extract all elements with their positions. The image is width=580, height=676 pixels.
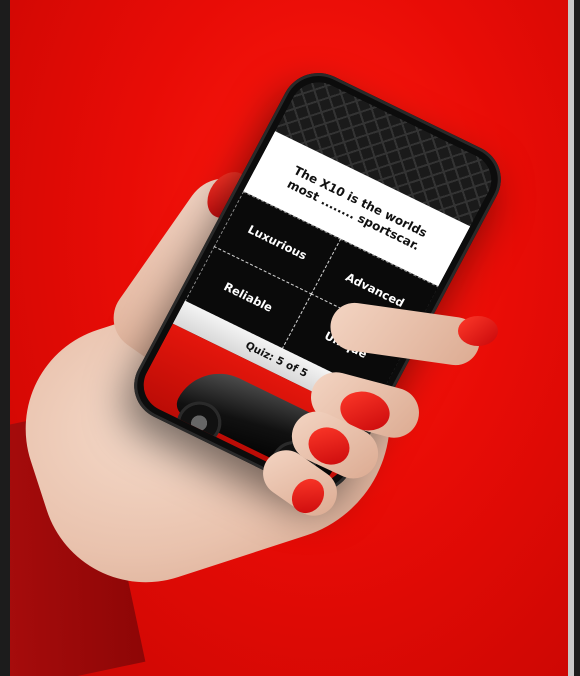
red-background: The X10 is the worlds most ........ spor…	[10, 0, 574, 676]
right-edge-strip	[568, 0, 574, 676]
index-nail	[458, 316, 498, 346]
